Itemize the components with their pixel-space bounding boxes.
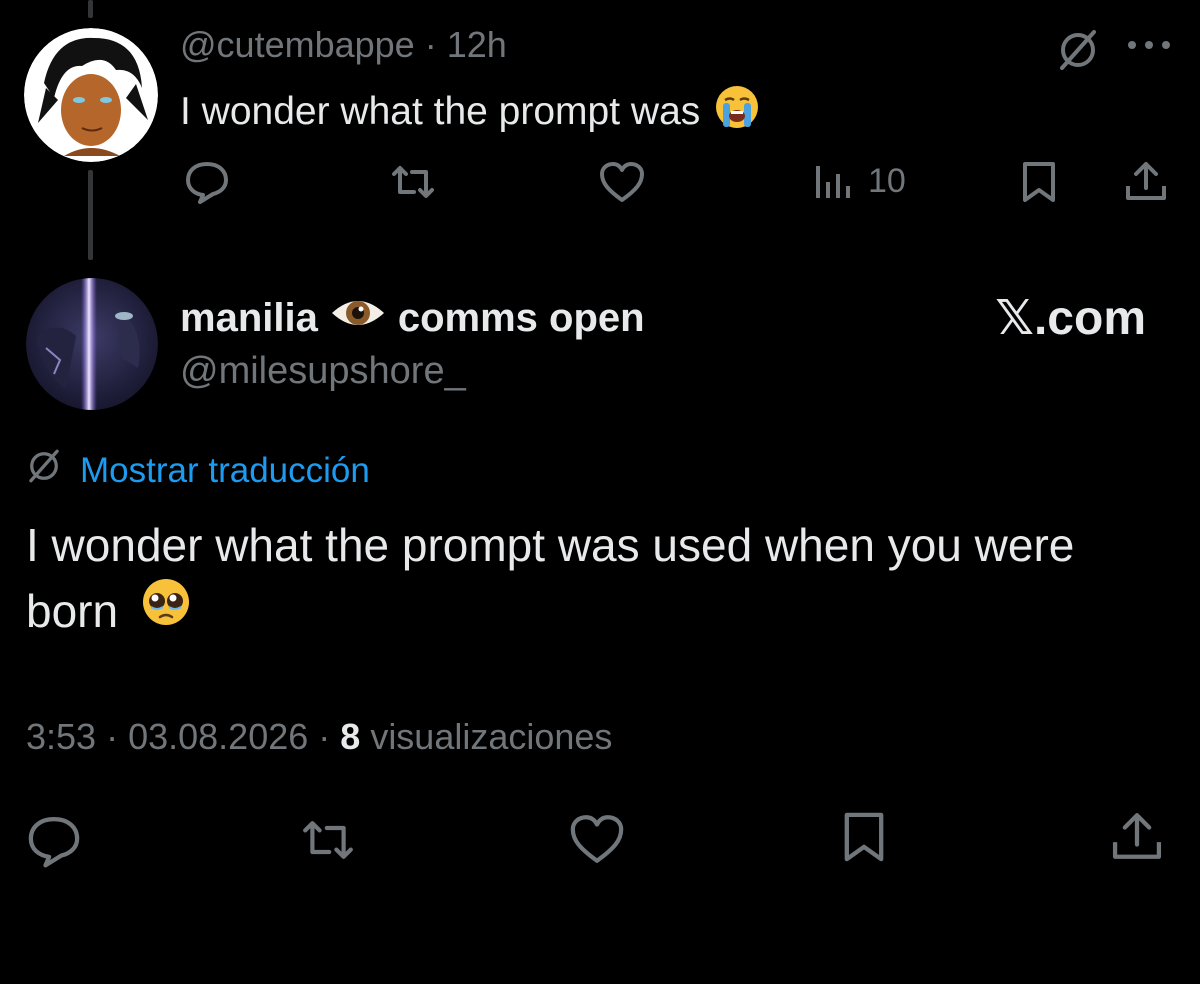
pleading-face-icon bbox=[141, 577, 191, 644]
reply-text-content: I wonder what the prompt was bbox=[180, 90, 701, 133]
reply-bookmark-icon[interactable] bbox=[1020, 160, 1058, 204]
thread-line-bottom bbox=[88, 170, 93, 260]
reply-share-icon[interactable] bbox=[1124, 158, 1168, 204]
reply-comment-icon[interactable] bbox=[184, 160, 230, 204]
reply-avatar[interactable] bbox=[24, 28, 158, 162]
views-count: 8 bbox=[340, 716, 361, 757]
bookmark-icon[interactable] bbox=[840, 810, 888, 864]
loudly-crying-face-icon bbox=[714, 84, 760, 140]
retweet-icon[interactable] bbox=[298, 816, 358, 864]
reply-handle[interactable]: @cutembappe bbox=[180, 24, 415, 65]
grok-icon[interactable] bbox=[1056, 28, 1100, 72]
display-name[interactable]: manilia bbox=[180, 296, 318, 341]
display-name-row[interactable]: manilia comms open bbox=[180, 293, 645, 343]
timestamp-separator-2: · bbox=[308, 716, 341, 757]
reply-time[interactable]: 12h bbox=[447, 24, 507, 65]
eye-icon bbox=[330, 293, 386, 343]
show-translation-link[interactable]: Mostrar traducción bbox=[80, 451, 370, 491]
main-handle[interactable]: @milesupshore_ bbox=[180, 350, 466, 393]
thread-line-top bbox=[88, 0, 93, 18]
main-tweet-text: I wonder what the prompt was used when y… bbox=[26, 512, 1146, 648]
reply-text: I wonder what the prompt was bbox=[180, 84, 760, 140]
tweet-date[interactable]: 03.08.2026 bbox=[128, 716, 308, 757]
like-icon[interactable] bbox=[568, 812, 626, 866]
display-name-suffix[interactable]: comms open bbox=[398, 296, 645, 341]
x-brand-logo[interactable]: 𝕏.com bbox=[995, 290, 1146, 346]
timestamp-separator-1: · bbox=[96, 716, 129, 757]
timestamp-row: 3:53 · 03.08.2026 · 8 visualizaciones bbox=[26, 716, 612, 758]
main-avatar[interactable] bbox=[26, 278, 158, 410]
more-options-icon[interactable] bbox=[1126, 38, 1172, 52]
translate-row[interactable]: Mostrar traducción bbox=[26, 448, 370, 493]
reply-like-icon[interactable] bbox=[598, 160, 646, 204]
reply-views-count: 10 bbox=[868, 162, 906, 200]
reply-views-icon[interactable] bbox=[814, 160, 854, 202]
reply-retweet-icon[interactable] bbox=[388, 162, 438, 202]
views-label: visualizaciones bbox=[370, 716, 613, 757]
comment-icon[interactable] bbox=[26, 814, 82, 868]
tweet-time[interactable]: 3:53 bbox=[26, 716, 96, 757]
reply-meta: @cutembappe · 12h bbox=[180, 24, 507, 66]
share-icon[interactable] bbox=[1110, 808, 1164, 864]
grok-translate-icon bbox=[26, 448, 62, 493]
reply-separator: · bbox=[414, 24, 447, 65]
